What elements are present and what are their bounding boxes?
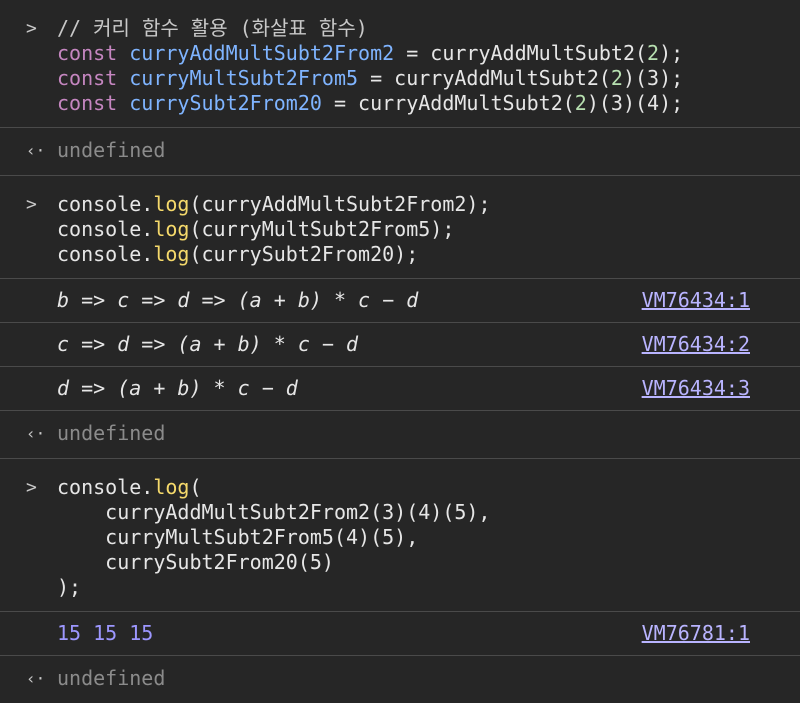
devtools-console: > // 커리 함수 활용 (화살표 함수) const curryAddMul…: [0, 0, 800, 690]
object-name: console.: [57, 242, 154, 266]
console-log-entry: b => c => d => (a + b) * c − d VM76434:1: [0, 279, 800, 323]
code-line: currySubt2From20(5): [57, 550, 752, 575]
code-rest: )(3);: [622, 66, 684, 90]
console-result-entry: ‹· undefined: [0, 656, 800, 703]
code-text: curryMultSubt2From5(4)(5),: [57, 525, 419, 549]
operator: =: [358, 66, 395, 90]
function-name: curryAddMultSubt2: [430, 41, 635, 65]
console-input-entry: > console.log(curryAddMultSubt2From2); c…: [0, 176, 800, 279]
number-arg: 2: [610, 66, 623, 90]
console-log-entry: d => (a + b) * c − d VM76434:3: [0, 367, 800, 411]
code-line: curryAddMultSubt2From2(3)(4)(5),: [57, 500, 752, 525]
console-result-entry: ‹· undefined: [0, 128, 800, 176]
code-comment: // 커리 함수 활용 (화살표 함수): [57, 16, 368, 40]
input-prompt-icon: >: [26, 477, 37, 498]
result-value: undefined: [57, 138, 166, 162]
code-line: console.log(curryMultSubt2From5);: [57, 217, 752, 242]
paren: (: [562, 91, 575, 115]
console-input-entry: > console.log( curryAddMultSubt2From2(3)…: [0, 459, 800, 612]
number-arg: 2: [647, 41, 660, 65]
result-arrow-icon: ‹·: [26, 424, 46, 443]
paren: (: [189, 475, 202, 499]
code-line: const curryAddMultSubt2From2 = curryAddM…: [57, 41, 752, 66]
result-arrow-icon: ‹·: [26, 669, 46, 688]
number-arg: 2: [574, 91, 587, 115]
code-args: (curryAddMultSubt2From2);: [189, 192, 491, 216]
variable-name: curryAddMultSubt2From2: [129, 41, 395, 65]
method-name: log: [153, 192, 190, 216]
code-rest: )(3)(4);: [586, 91, 684, 115]
input-prompt-icon: >: [26, 18, 37, 39]
operator: =: [394, 41, 431, 65]
code-line: const currySubt2From20 = curryAddMultSub…: [57, 91, 752, 116]
console-input-entry: > // 커리 함수 활용 (화살표 함수) const curryAddMul…: [0, 0, 800, 128]
code-args: (currySubt2From20);: [189, 242, 419, 266]
console-log-entry: c => d => (a + b) * c − d VM76434:2: [0, 323, 800, 367]
paren: (: [635, 41, 648, 65]
code-line: const curryMultSubt2From5 = curryAddMult…: [57, 66, 752, 91]
method-name: log: [153, 242, 190, 266]
keyword: const: [57, 66, 118, 90]
paren: (: [598, 66, 611, 90]
code-text: );: [57, 575, 82, 599]
code-line: console.log(currySubt2From20);: [57, 242, 752, 267]
code-line: console.log(: [57, 475, 752, 500]
method-name: log: [153, 217, 190, 241]
code-text: currySubt2From20(5): [57, 550, 334, 574]
object-name: console.: [57, 217, 154, 241]
keyword: const: [57, 91, 118, 115]
object-name: console.: [57, 192, 154, 216]
source-link[interactable]: VM76434:3: [642, 376, 750, 401]
code-text: curryAddMultSubt2From2(3)(4)(5),: [57, 500, 491, 524]
result-value: undefined: [57, 421, 166, 445]
method-name: log: [153, 475, 190, 499]
console-log-entry: 15 15 15 VM76781:1: [0, 612, 800, 656]
function-name: curryAddMultSubt2: [394, 66, 599, 90]
variable-name: curryMultSubt2From5: [129, 66, 359, 90]
source-link[interactable]: VM76434:2: [642, 332, 750, 357]
source-link[interactable]: VM76434:1: [642, 288, 750, 313]
result-arrow-icon: ‹·: [26, 141, 46, 160]
operator: =: [321, 91, 359, 115]
keyword: const: [57, 41, 118, 65]
console-result-entry: ‹· undefined: [0, 411, 800, 459]
code-line: curryMultSubt2From5(4)(5),: [57, 525, 752, 550]
code-line: );: [57, 575, 752, 600]
function-name: curryAddMultSubt2: [358, 91, 563, 115]
object-name: console.: [57, 475, 154, 499]
source-link[interactable]: VM76781:1: [642, 621, 750, 646]
code-rest: );: [659, 41, 684, 65]
input-prompt-icon: >: [26, 194, 37, 215]
variable-name: currySubt2From20: [129, 91, 322, 115]
code-args: (curryMultSubt2From5);: [189, 217, 455, 241]
result-value: undefined: [57, 666, 166, 690]
code-line: console.log(curryAddMultSubt2From2);: [57, 192, 752, 217]
